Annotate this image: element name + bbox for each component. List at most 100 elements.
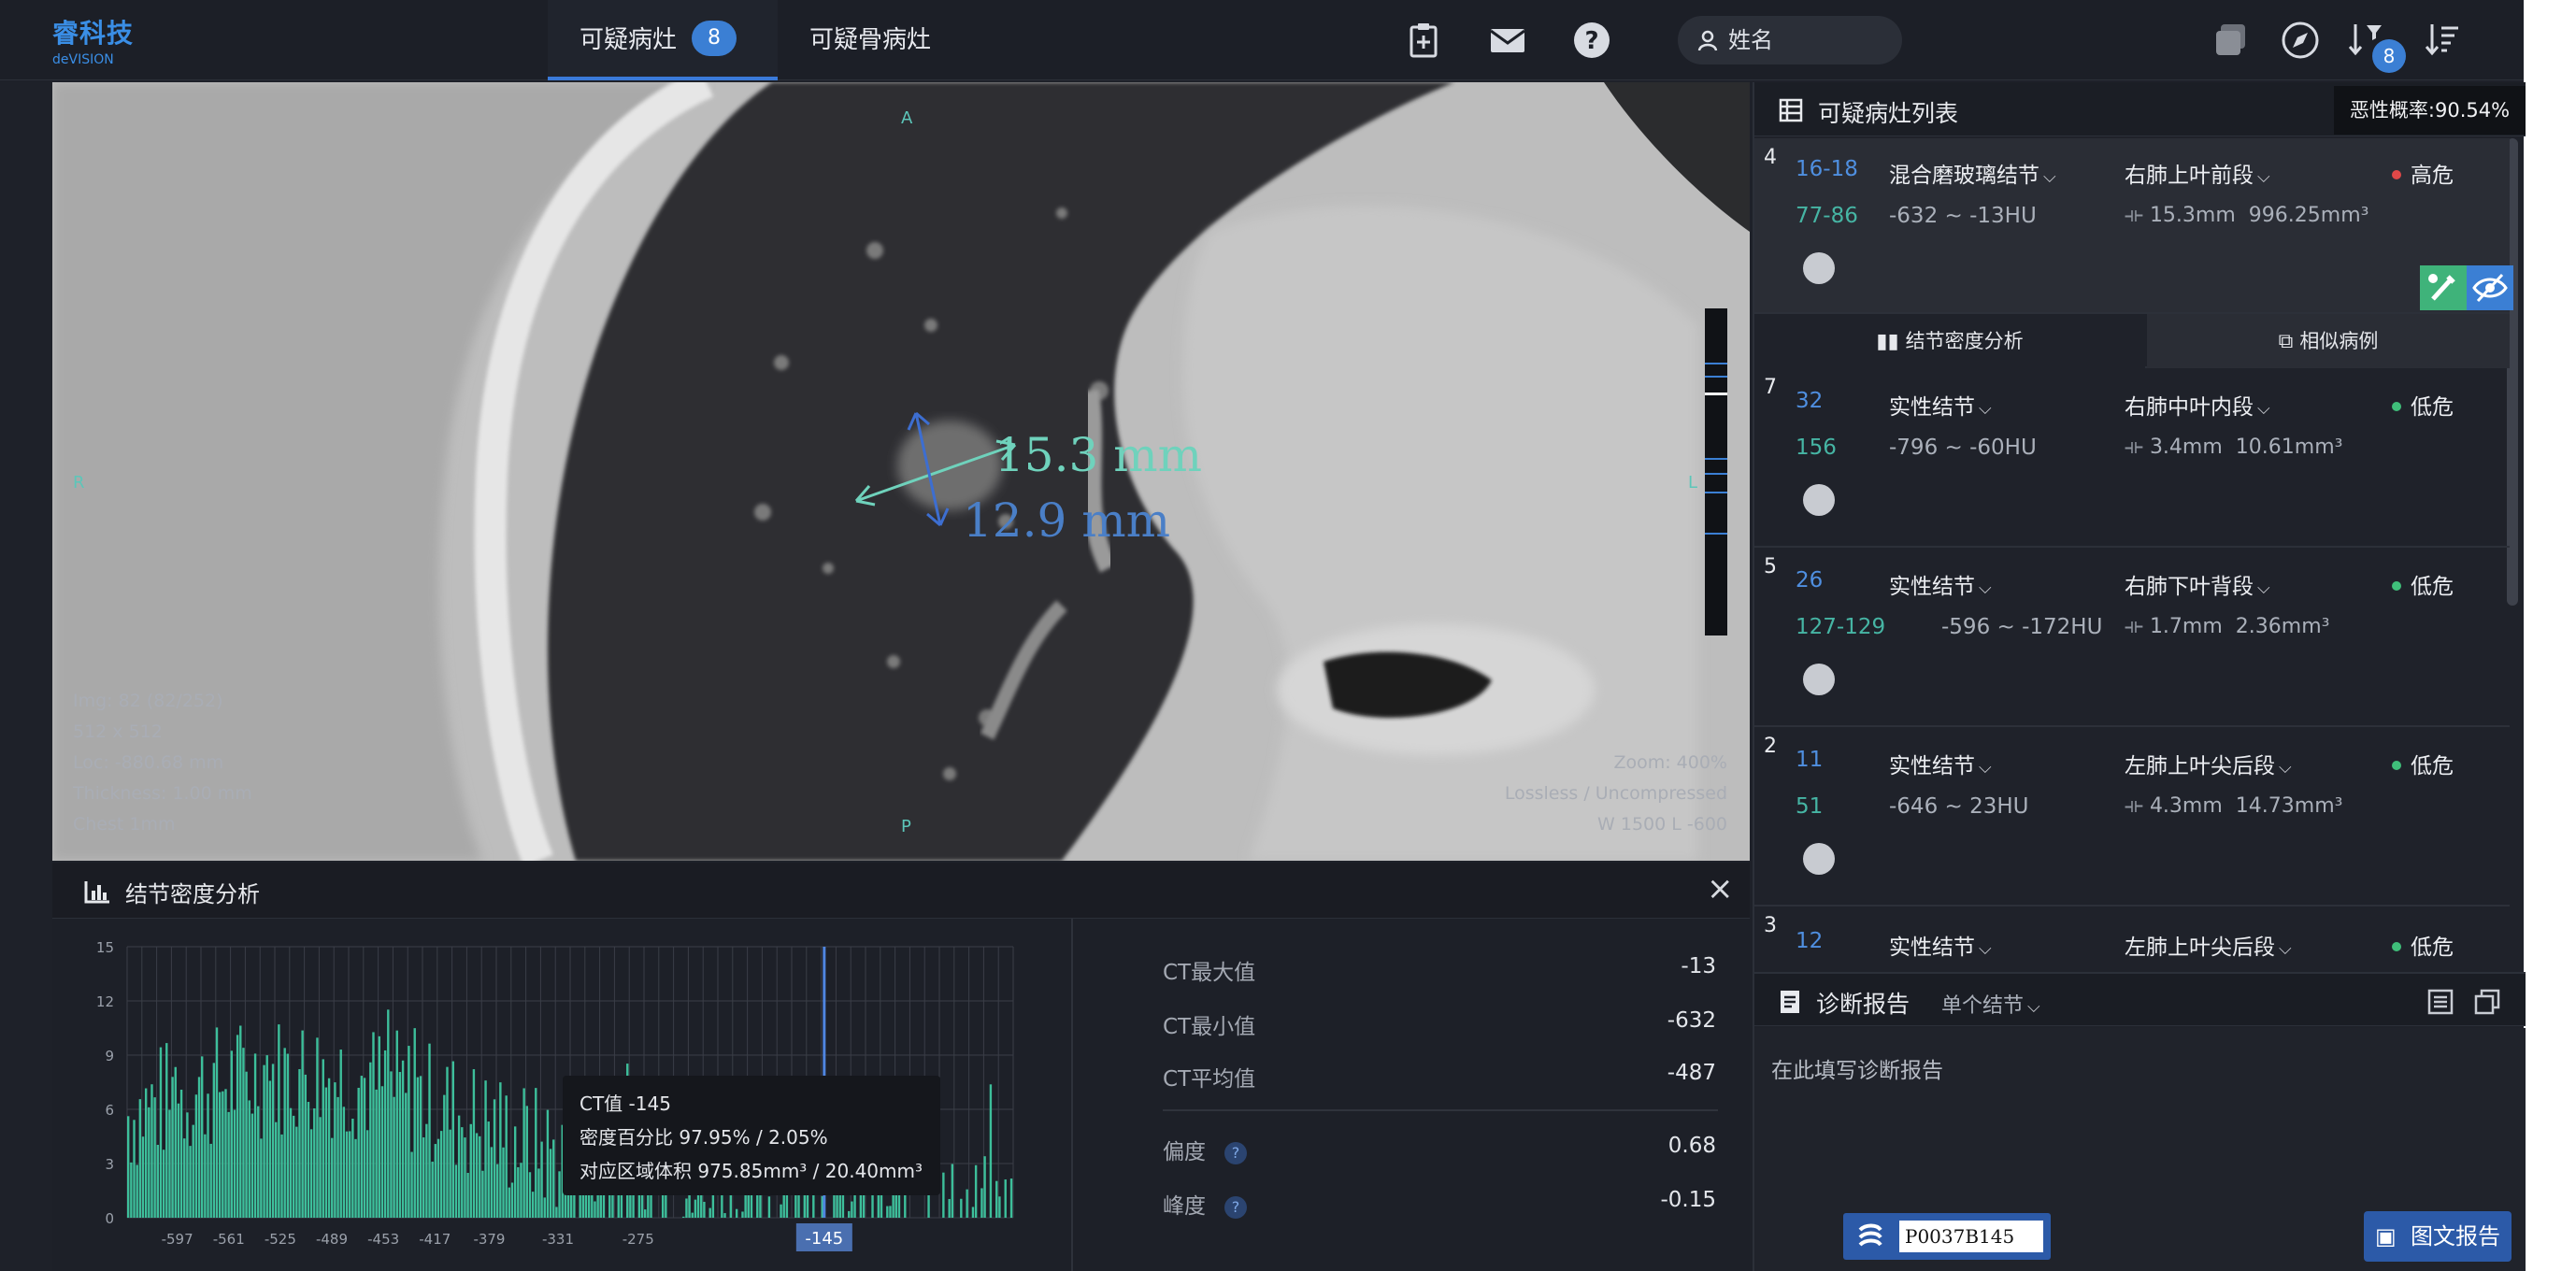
nodule-card-3[interactable]: 3 12 实性结节 ⌵ 左肺上叶尖后段 ⌵ 低危 — [1754, 908, 2510, 972]
histogram-bar — [517, 1166, 520, 1218]
nodule-card-5[interactable]: 5 26 127-129 实性结节 ⌵ -596 ~ -172HU 右肺下叶背段 ⌵… — [1754, 550, 2510, 727]
histogram-bar — [510, 1182, 514, 1218]
image-report-button[interactable]: ▣ 图文报告 — [2364, 1211, 2512, 1262]
nodule-volume: 10.61mm³ — [2235, 436, 2343, 459]
nodule-select-radio[interactable] — [1803, 484, 1835, 516]
clipboard-plus-icon[interactable] — [1404, 21, 1443, 60]
nodule-location-dropdown[interactable]: 右肺中叶内段 ⌵ — [2125, 389, 2270, 421]
search-input[interactable] — [1728, 16, 1887, 64]
nodule-coronal-range[interactable]: 156 — [1796, 436, 1837, 460]
slice-scrollbar[interactable] — [1705, 308, 1727, 636]
nodule-hu-range: -796 ~ -60HU — [1889, 436, 2037, 460]
nodule-location-dropdown[interactable]: 左肺上叶尖后段 ⌵ — [2125, 748, 2292, 779]
chevron-down-icon: ⌵ — [2043, 167, 2056, 187]
sort-list-icon[interactable] — [2423, 21, 2462, 60]
histogram-bar — [682, 1216, 685, 1218]
top-bar: 睿科技 deVISION 可疑病灶 8 可疑骨病灶 ? 姓名 8 — [0, 0, 2524, 80]
nodule-coronal-range[interactable]: 51 — [1796, 794, 1823, 819]
histogram-bar — [469, 1123, 472, 1218]
nodule-volume: 996.25mm³ — [2248, 204, 2369, 227]
histogram-bar — [250, 1113, 254, 1218]
histogram-bar — [513, 1126, 517, 1218]
risk-dot — [2392, 169, 2401, 179]
histogram-bar — [233, 1109, 236, 1218]
risk-badge: 高危 — [2392, 157, 2454, 189]
mail-icon[interactable] — [1488, 21, 1527, 60]
close-button[interactable]: × — [1707, 870, 1734, 907]
histogram-bar — [767, 1196, 771, 1218]
copy-icon[interactable] — [2474, 989, 2500, 1015]
nodule-slice-range[interactable]: 26 — [1796, 568, 1823, 593]
nodule-type-dropdown[interactable]: 混合磨玻璃结节 ⌵ — [1889, 157, 2056, 189]
eye-icon[interactable] — [2467, 265, 2513, 310]
nodule-coronal-range[interactable]: 77-86 — [1796, 204, 1858, 228]
report-editor[interactable]: 在此填写诊断报告 ▣ 图文报告 — [1754, 1028, 2526, 1271]
histogram-bar — [540, 1141, 543, 1218]
nodule-number: 3 — [1764, 914, 1777, 937]
layers-icon[interactable] — [2211, 21, 2251, 60]
histogram-bar — [316, 1037, 319, 1218]
stats-divider — [1163, 1109, 1718, 1111]
histogram-bar — [983, 1156, 986, 1218]
y-tick-label: 9 — [105, 1048, 114, 1064]
short-axis-measurement[interactable]: 12.9 mm — [963, 493, 1170, 548]
nodule-select-radio[interactable] — [1803, 252, 1835, 284]
user-icon — [1697, 30, 1718, 51]
x-tick-label: -453 — [367, 1231, 399, 1248]
histogram-bar — [189, 1146, 192, 1218]
nodule-slice-range[interactable]: 32 — [1796, 389, 1823, 413]
help-icon[interactable]: ? — [1572, 21, 1611, 60]
histogram-bar — [224, 1089, 227, 1218]
histogram-bar — [278, 1024, 280, 1218]
skewness-help-icon[interactable]: ? — [1224, 1141, 1247, 1164]
ct-viewer[interactable]: A R L P 15.3 mm 12.9 mm Img: 82 (82/252)… — [52, 82, 1750, 861]
histogram-bar — [525, 1106, 528, 1218]
histogram-bar — [555, 1207, 558, 1218]
nodule-card-7[interactable]: 7 32 156 实性结节 ⌵ -796 ~ -60HU 右肺中叶内段 ⌵ ⟛ 3.… — [1754, 370, 2510, 548]
nodule-type-dropdown[interactable]: 实性结节 ⌵ — [1889, 389, 1992, 421]
nodule-location-dropdown[interactable]: 左肺上叶尖后段 ⌵ — [2125, 929, 2292, 961]
similar-cases-icon: ⧉ — [2278, 330, 2300, 353]
nodule-list-title: 可疑病灶列表 — [1818, 100, 1959, 127]
nodule-type-dropdown[interactable]: 实性结节 ⌵ — [1889, 568, 1992, 600]
nodule-type-dropdown[interactable]: 实性结节 ⌵ — [1889, 929, 1992, 961]
tab-suspicious-lesions[interactable]: 可疑病灶 8 — [548, 0, 778, 80]
subtab-similar-cases[interactable]: ⧉ 相似病例 — [2147, 314, 2510, 368]
tooltip-ct-value: CT值 -145 — [580, 1092, 671, 1115]
nodule-location-dropdown[interactable]: 右肺上叶前段 ⌵ — [2125, 157, 2270, 189]
report-mode-dropdown[interactable]: 单个结节 ⌵ — [1941, 989, 2040, 1019]
edit-tool-icon[interactable] — [2420, 265, 2467, 310]
histogram-bar — [275, 1121, 278, 1218]
nodule-select-radio[interactable] — [1803, 664, 1835, 695]
subtab-density-analysis[interactable]: ▮▮ 结节密度分析 — [1754, 314, 2145, 368]
nodule-coronal-range[interactable]: 127-129 — [1796, 615, 1885, 639]
subtab-label: 相似病例 — [2299, 330, 2379, 352]
nodule-type-dropdown[interactable]: 实性结节 ⌵ — [1889, 748, 1992, 779]
histogram-bar — [159, 1047, 163, 1218]
nodule-slice-range[interactable]: 11 — [1796, 748, 1823, 772]
slice-thickness: Thickness: 1.00 mm — [73, 783, 252, 804]
histogram-bar — [209, 1143, 212, 1218]
right-panel: 可疑病灶列表 恶性概率:90.54% 4 16-18 77-86 混合磨玻璃结节… — [1753, 82, 2526, 1271]
diameter-icon: ⟛ — [2125, 794, 2150, 818]
tab-suspicious-bone-lesions[interactable]: 可疑骨病灶 — [809, 0, 931, 80]
x-tick-label: -331 — [542, 1231, 574, 1248]
nodule-select-radio[interactable] — [1803, 843, 1835, 875]
nodule-card-4[interactable]: 4 16-18 77-86 混合磨玻璃结节 ⌵ -632 ~ -13HU 右肺上叶… — [1754, 138, 2513, 314]
histogram-bar — [204, 1134, 207, 1218]
histogram-bar — [201, 1056, 204, 1218]
nodule-slice-range[interactable]: 12 — [1796, 929, 1823, 953]
nodule-card-2[interactable]: 2 11 51 实性结节 ⌵ -646 ~ 23HU 左肺上叶尖后段 ⌵ ⟛ 4.3… — [1754, 729, 2510, 907]
histogram-bar — [260, 1138, 263, 1218]
compass-icon[interactable] — [2281, 21, 2320, 60]
template-list-icon[interactable] — [2427, 989, 2454, 1015]
histogram-bar — [215, 1027, 219, 1218]
zoom-level: Zoom: 400% — [1613, 752, 1727, 773]
nodule-location-dropdown[interactable]: 右肺下叶背段 ⌵ — [2125, 568, 2270, 600]
nodule-slice-range[interactable]: 16-18 — [1796, 157, 1858, 181]
kurtosis-help-icon[interactable]: ? — [1224, 1195, 1247, 1219]
histogram-bar — [1009, 1178, 1013, 1218]
patient-id-input[interactable] — [1899, 1221, 2043, 1252]
stat-label-ct-mean: CT平均值 — [1163, 1067, 1256, 1092]
long-axis-measurement[interactable]: 15.3 mm — [995, 428, 1202, 482]
